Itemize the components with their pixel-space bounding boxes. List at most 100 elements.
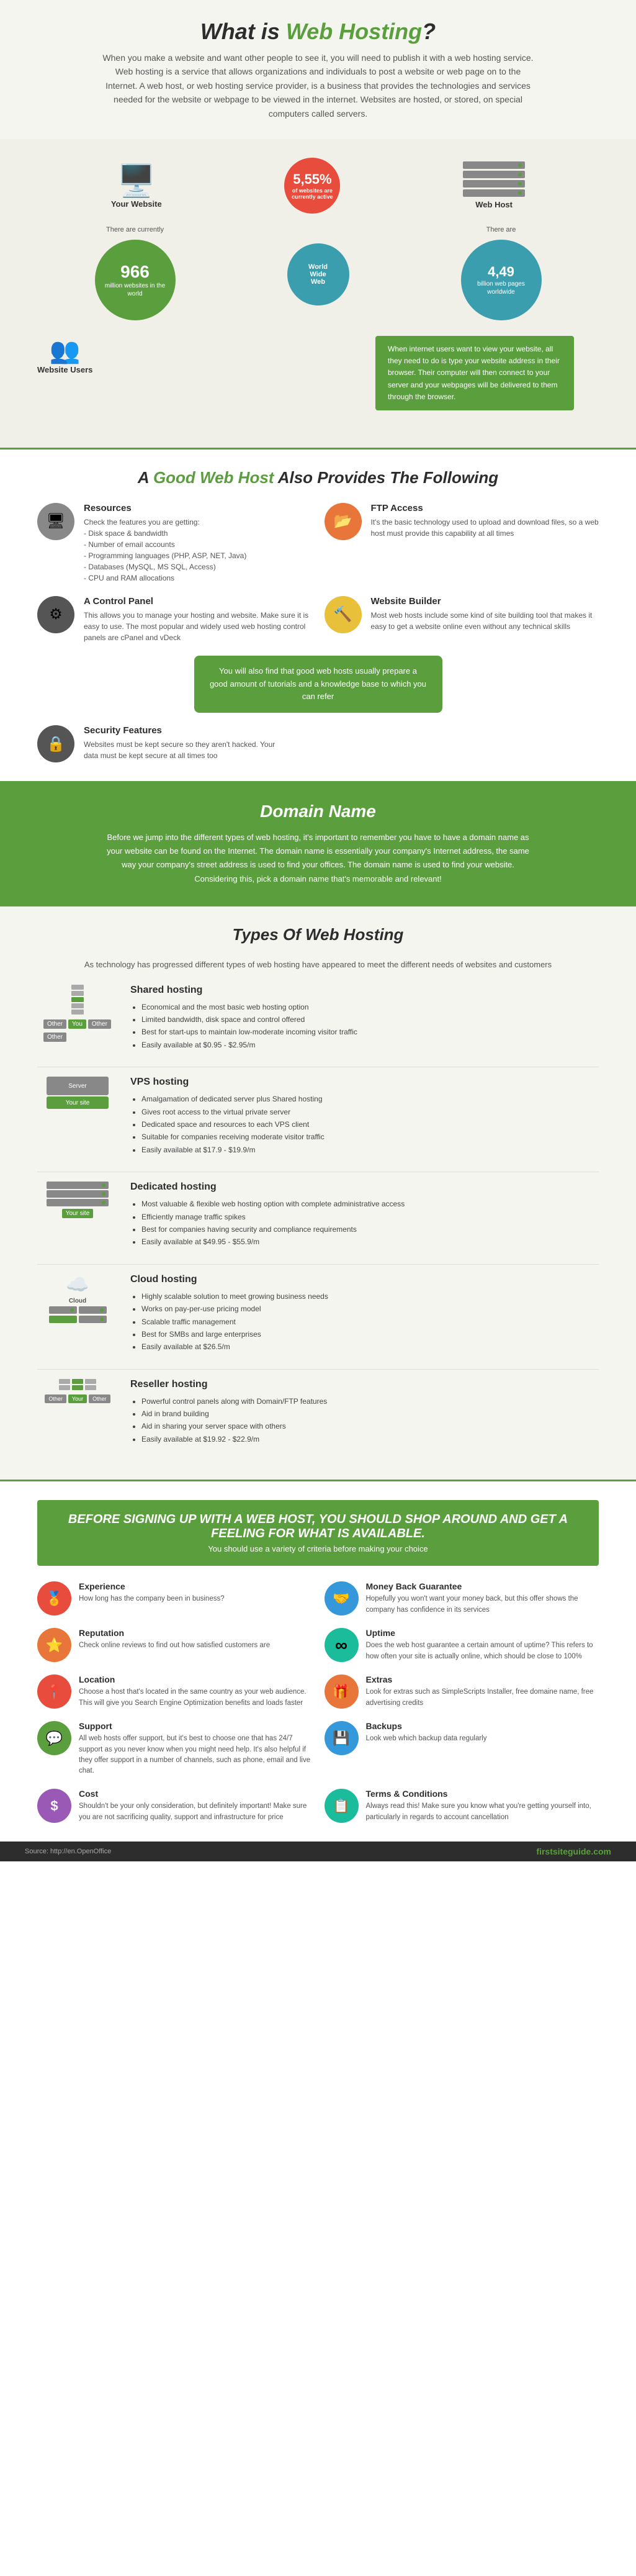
- support-text: Support All web hosts offer support, but…: [79, 1721, 312, 1776]
- cloud-hosting-item: ☁️ Cloud Cloud hosting Highly scalable s…: [37, 1274, 599, 1354]
- reseller-hosting-icon: Other Your Other: [37, 1379, 118, 1403]
- criteria-extras: 🎁 Extras Look for extras such as SimpleS…: [325, 1674, 599, 1709]
- control-panel-icon: ⚙: [37, 596, 74, 633]
- criteria-experience: 🏅 Experience How long has the company be…: [37, 1581, 312, 1616]
- cost-text: Cost Shouldn't be your only consideratio…: [79, 1789, 312, 1823]
- experience-title: Experience: [79, 1581, 225, 1591]
- stat-pages: 4,49 billion web pages worldwide: [461, 240, 542, 320]
- feature-ftp: 📂 FTP Access It's the basic technology u…: [325, 503, 599, 584]
- feature-security: 🔒 Security Features Websites must be kep…: [37, 725, 285, 762]
- percent-badge: 5,55% of websites are currently active: [284, 158, 340, 214]
- dedicated-hosting-title: Dedicated hosting: [130, 1182, 405, 1193]
- website-users-label: Website Users: [37, 365, 92, 374]
- reputation-text: Reputation Check online reviews to find …: [79, 1628, 270, 1651]
- center-note: You will also find that good web hosts u…: [194, 656, 442, 713]
- vps-hosting-title: VPS hosting: [130, 1077, 325, 1088]
- page-title: What is Web Hosting?: [37, 19, 599, 45]
- website-builder-icon: 🔨: [325, 596, 362, 633]
- security-icon: 🔒: [37, 725, 74, 762]
- control-panel-title: A Control Panel: [84, 596, 312, 607]
- terms-title: Terms & Conditions: [366, 1789, 599, 1799]
- dedicated-hosting-content: Dedicated hosting Most valuable & flexib…: [130, 1182, 405, 1249]
- experience-icon: 🏅: [37, 1581, 71, 1616]
- control-panel-desc: This allows you to manage your hosting a…: [84, 610, 312, 643]
- web-host-label: Web Host: [475, 200, 513, 209]
- experience-desc: How long has the company been in busines…: [79, 1594, 225, 1604]
- support-title: Support: [79, 1721, 312, 1731]
- feature-resources: 🖥 Resources Check the features you are g…: [37, 503, 312, 584]
- website-builder-desc: Most web hosts include some kind of site…: [371, 610, 599, 632]
- ftp-icon: 📂: [325, 503, 362, 540]
- shared-hosting-icon: Other You Other Other: [37, 985, 118, 1042]
- reputation-title: Reputation: [79, 1628, 270, 1638]
- terms-text: Terms & Conditions Always read this! Mak…: [366, 1789, 599, 1823]
- cost-icon: $: [37, 1789, 71, 1823]
- uptime-desc: Does the web host guarantee a certain am…: [366, 1640, 599, 1662]
- web-host-box: Web Host: [463, 161, 525, 209]
- backups-icon: 💾: [325, 1721, 359, 1755]
- signup-header-title: BEFORE SIGNING UP WITH A WEB HOST, YOU S…: [50, 1512, 586, 1541]
- footer: Source: http://en.OpenOffice firstsitegu…: [0, 1842, 636, 1861]
- money-back-desc: Hopefully you won't want your money back…: [366, 1594, 599, 1616]
- experience-text: Experience How long has the company been…: [79, 1581, 225, 1604]
- domain-desc: Before we jump into the different types …: [101, 831, 535, 885]
- ftp-desc: It's the basic technology used to upload…: [371, 517, 599, 539]
- shared-hosting-bullets: Economical and the most basic web hostin…: [130, 1001, 357, 1052]
- header-section: What is Web Hosting? When you make a web…: [0, 0, 636, 139]
- money-back-title: Money Back Guarantee: [366, 1581, 599, 1591]
- good-host-section: A Good Web Host Also Provides The Follow…: [0, 450, 636, 781]
- footer-logo-text: firstsiteguide: [536, 1846, 591, 1856]
- ftp-title: FTP Access: [371, 503, 599, 513]
- footer-source: Source: http://en.OpenOffice: [25, 1848, 111, 1855]
- resources-desc: Check the features you are getting:- Dis…: [84, 517, 246, 584]
- cost-title: Cost: [79, 1789, 312, 1799]
- signup-header: BEFORE SIGNING UP WITH A WEB HOST, YOU S…: [37, 1500, 599, 1566]
- reseller-hosting-content: Reseller hosting Powerful control panels…: [130, 1379, 327, 1446]
- support-icon: 💬: [37, 1721, 71, 1755]
- criteria-money-back: 🤝 Money Back Guarantee Hopefully you won…: [325, 1581, 599, 1616]
- uptime-title: Uptime: [366, 1628, 599, 1638]
- extras-icon: 🎁: [325, 1674, 359, 1709]
- website-builder-text: Website Builder Most web hosts include s…: [371, 596, 599, 632]
- hosting-types-subtitle: As technology has progressed different t…: [37, 960, 599, 969]
- criteria-reputation: ⭐ Reputation Check online reviews to fin…: [37, 1628, 312, 1662]
- reputation-desc: Check online reviews to find out how sat…: [79, 1640, 270, 1651]
- hosting-types-title: Types Of Web Hosting: [37, 925, 599, 944]
- security-text: Security Features Websites must be kept …: [84, 725, 285, 761]
- www-globe: World Wide Web: [287, 243, 349, 305]
- cloud-hosting-icon: ☁️ Cloud: [37, 1274, 118, 1323]
- cost-desc: Shouldn't be your only consideration, bu…: [79, 1801, 312, 1823]
- footer-logo: firstsiteguide.com: [536, 1846, 611, 1856]
- domain-section: Domain Name Before we jump into the diff…: [0, 783, 636, 904]
- website-builder-title: Website Builder: [371, 596, 599, 607]
- location-icon: 📍: [37, 1674, 71, 1709]
- feature-control-panel: ⚙ A Control Panel This allows you to man…: [37, 596, 312, 643]
- dedicated-hosting-bullets: Most valuable & flexible web hosting opt…: [130, 1198, 405, 1249]
- shared-hosting-title: Shared hosting: [130, 985, 357, 996]
- features-grid: 🖥 Resources Check the features you are g…: [37, 503, 599, 643]
- terms-icon: 📋: [325, 1789, 359, 1823]
- criteria-uptime: ∞ Uptime Does the web host guarantee a c…: [325, 1628, 599, 1662]
- criteria-support: 💬 Support All web hosts offer support, b…: [37, 1721, 312, 1776]
- resources-text: Resources Check the features you are get…: [84, 503, 246, 584]
- website-users-box: 👥 Website Users: [37, 336, 92, 374]
- extras-title: Extras: [366, 1674, 599, 1684]
- feature-website-builder: 🔨 Website Builder Most web hosts include…: [325, 596, 599, 643]
- your-website-box: 🖥️ Your Website: [111, 163, 162, 209]
- percent-sub: of websites are currently active: [287, 188, 337, 200]
- criteria-cost: $ Cost Shouldn't be your only considerat…: [37, 1789, 312, 1823]
- stat-websites: 966 million websites in the world: [95, 240, 176, 320]
- ftp-text: FTP Access It's the basic technology use…: [371, 503, 599, 539]
- hosting-types-section: Types Of Web Hosting As technology has p…: [0, 906, 636, 1480]
- criteria-location: 📍 Location Choose a host that's located …: [37, 1674, 312, 1709]
- domain-title: Domain Name: [50, 802, 586, 821]
- shared-hosting-content: Shared hosting Economical and the most b…: [130, 985, 357, 1052]
- reseller-hosting-item: Other Your Other Reseller hosting Powerf…: [37, 1379, 599, 1446]
- signup-header-sub: You should use a variety of criteria bef…: [50, 1544, 586, 1553]
- backups-text: Backups Look web which backup data regul…: [366, 1721, 487, 1744]
- reputation-icon: ⭐: [37, 1628, 71, 1662]
- security-desc: Websites must be kept secure so they are…: [84, 739, 285, 761]
- uptime-icon: ∞: [325, 1628, 359, 1662]
- money-back-text: Money Back Guarantee Hopefully you won't…: [366, 1581, 599, 1616]
- dedicated-hosting-icon: Your site: [37, 1182, 118, 1218]
